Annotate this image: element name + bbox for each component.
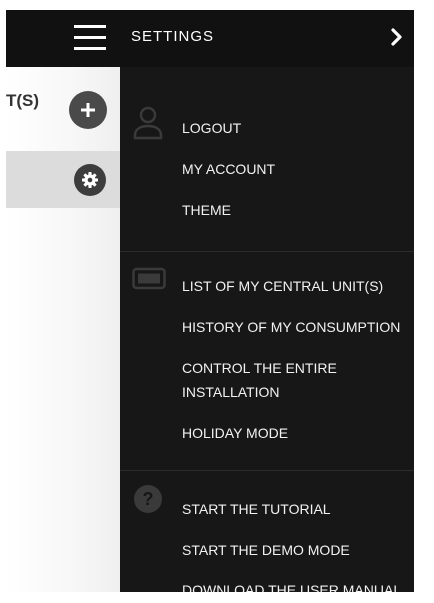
settings-drawer: LOGOUT MY ACCOUNT THEME LIST OF MY CENTR… [120,67,414,592]
central-unit-icon [132,267,166,290]
menu-item-control-installation[interactable]: CONTROL THE ENTIRE [182,356,337,380]
top-bar: SETTINGS [6,10,414,67]
app-frame: SETTINGS T(S) LOGOUT MY ACCOUNT THEME LI… [6,10,414,592]
unit-settings-button[interactable] [74,164,106,196]
menu-item-my-account[interactable]: MY ACCOUNT [182,157,275,181]
menu-item-tutorial[interactable]: START THE TUTORIAL [182,497,331,521]
menu-item-consumption-history[interactable]: HISTORY OF MY CONSUMPTION [182,315,400,339]
plus-icon [81,103,95,117]
hamburger-icon[interactable] [74,24,106,51]
svg-text:?: ? [143,489,154,509]
add-unit-button[interactable] [69,91,107,129]
settings-title: SETTINGS [131,28,215,45]
menu-item-theme[interactable]: THEME [182,198,231,222]
menu-item-control-installation-line2[interactable]: INSTALLATION [182,380,280,404]
menu-item-central-units[interactable]: LIST OF MY CENTRAL UNIT(S) [182,274,383,298]
gear-icon [82,172,98,188]
chevron-right-icon[interactable] [390,27,404,47]
help-icon: ? [134,485,162,513]
menu-item-demo-mode[interactable]: START THE DEMO MODE [182,538,350,562]
menu-item-holiday-mode[interactable]: HOLIDAY MODE [182,421,288,445]
section-divider [120,251,414,252]
background-page: T(S) [6,67,120,592]
page-title: T(S) [6,91,40,110]
user-icon [133,106,163,140]
menu-item-user-manual[interactable]: DOWNLOAD THE USER MANUAL [182,578,401,592]
section-divider [120,470,414,471]
unit-row[interactable] [6,151,120,208]
menu-item-logout[interactable]: LOGOUT [182,116,241,140]
